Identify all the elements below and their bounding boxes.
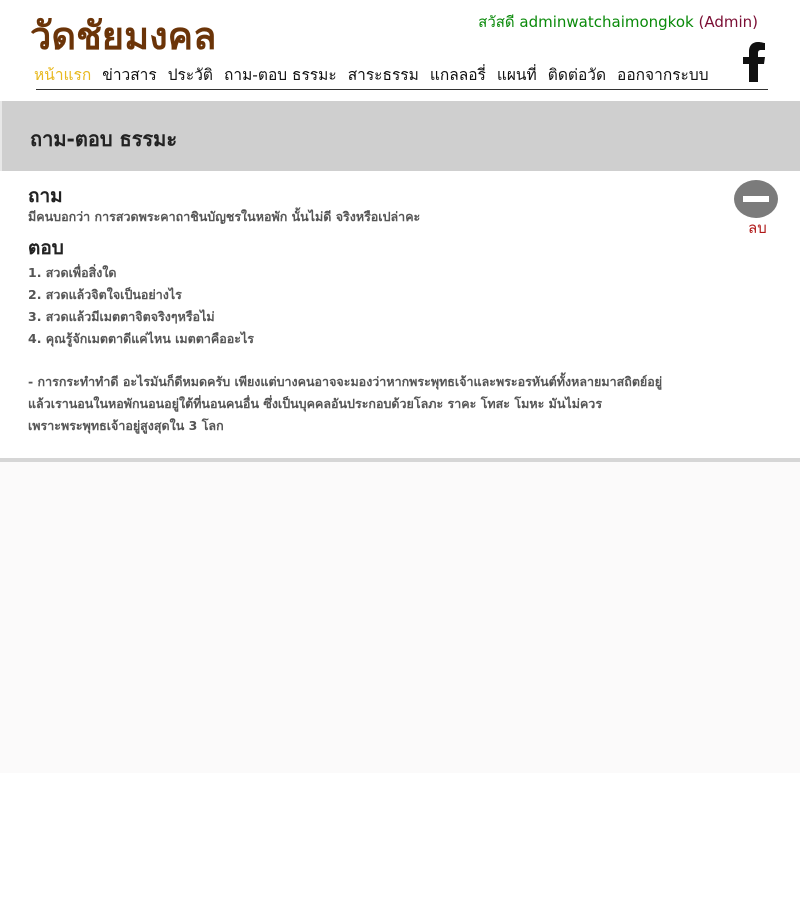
site-header: วัดชัยมงคล สวัสดี adminwatchaimongkok (A… xyxy=(0,0,800,100)
nav-qa[interactable]: ถาม-ตอบ ธรรมะ xyxy=(224,62,337,87)
page-title: ถาม-ตอบ ธรรมะ xyxy=(30,127,178,151)
qa-entry: ถาม มีคนบอกว่า การสวดพระคาถาชินบัญชรในหอ… xyxy=(0,171,800,459)
greeting-text: สวัสดี adminwatchaimongkok xyxy=(478,13,694,31)
nav-gallery[interactable]: แกลลอรี่ xyxy=(430,62,486,87)
answer-item: 4. คุณรู้จักเมตตาดีแค่ไหน เมตตาคืออะไร xyxy=(28,331,254,346)
nav-history[interactable]: ประวัติ xyxy=(168,62,213,87)
question-text: มีคนบอกว่า การสวดพระคาถาชินบัญชรในหอพัก … xyxy=(28,209,421,224)
header-divider xyxy=(36,89,768,90)
answer-line: เพราะพระพุทธเจ้าอยู่สูงสุดใน 3 โลก xyxy=(28,418,224,433)
nav-news[interactable]: ข่าวสาร xyxy=(102,62,157,87)
answer-label: ตอบ xyxy=(28,237,64,259)
answer-line: - การกระทำทำดี อะไรมันก็ดีหมดครับ เพียงแ… xyxy=(28,374,663,389)
answer-item: 1. สวดเพื่อสิ่งใด xyxy=(28,265,117,280)
user-greeting: สวัสดี adminwatchaimongkok (Admin) xyxy=(478,10,758,34)
answer-paragraph: - การกระทำทำดี อะไรมันก็ดีหมดครับ เพียงแ… xyxy=(28,371,718,437)
page-title-band: ถาม-ตอบ ธรรมะ xyxy=(0,101,800,171)
nav-dhamma[interactable]: สาระธรรม xyxy=(348,62,419,87)
user-role: (Admin) xyxy=(698,13,758,31)
content-area xyxy=(0,462,800,773)
minus-circle-icon[interactable] xyxy=(734,179,778,219)
nav-home[interactable]: หน้าแรก xyxy=(34,62,91,87)
answer-item: 2. สวดแล้วจิตใจเป็นอย่างไร xyxy=(28,287,182,302)
main-nav: หน้าแรก ข่าวสาร ประวัติ ถาม-ตอบ ธรรมะ สา… xyxy=(34,62,709,87)
site-logo[interactable]: วัดชัยมงคล xyxy=(30,12,216,60)
answer-line: แล้วเรานอนในหอพักนอนอยู่ใต้ที่นอนคนอื่น … xyxy=(28,396,603,411)
answer-item: 3. สวดแล้วมีเมตตาจิตจริงๆหรือไม่ xyxy=(28,309,215,324)
answer-list: 1. สวดเพื่อสิ่งใด 2. สวดแล้วจิตใจเป็นอย่… xyxy=(28,262,254,350)
nav-logout[interactable]: ออกจากระบบ xyxy=(617,62,709,87)
nav-contact[interactable]: ติดต่อวัด xyxy=(548,62,606,87)
facebook-icon[interactable] xyxy=(738,42,774,82)
nav-map[interactable]: แผนที่ xyxy=(497,62,537,87)
delete-button[interactable]: ลบ xyxy=(748,216,767,240)
